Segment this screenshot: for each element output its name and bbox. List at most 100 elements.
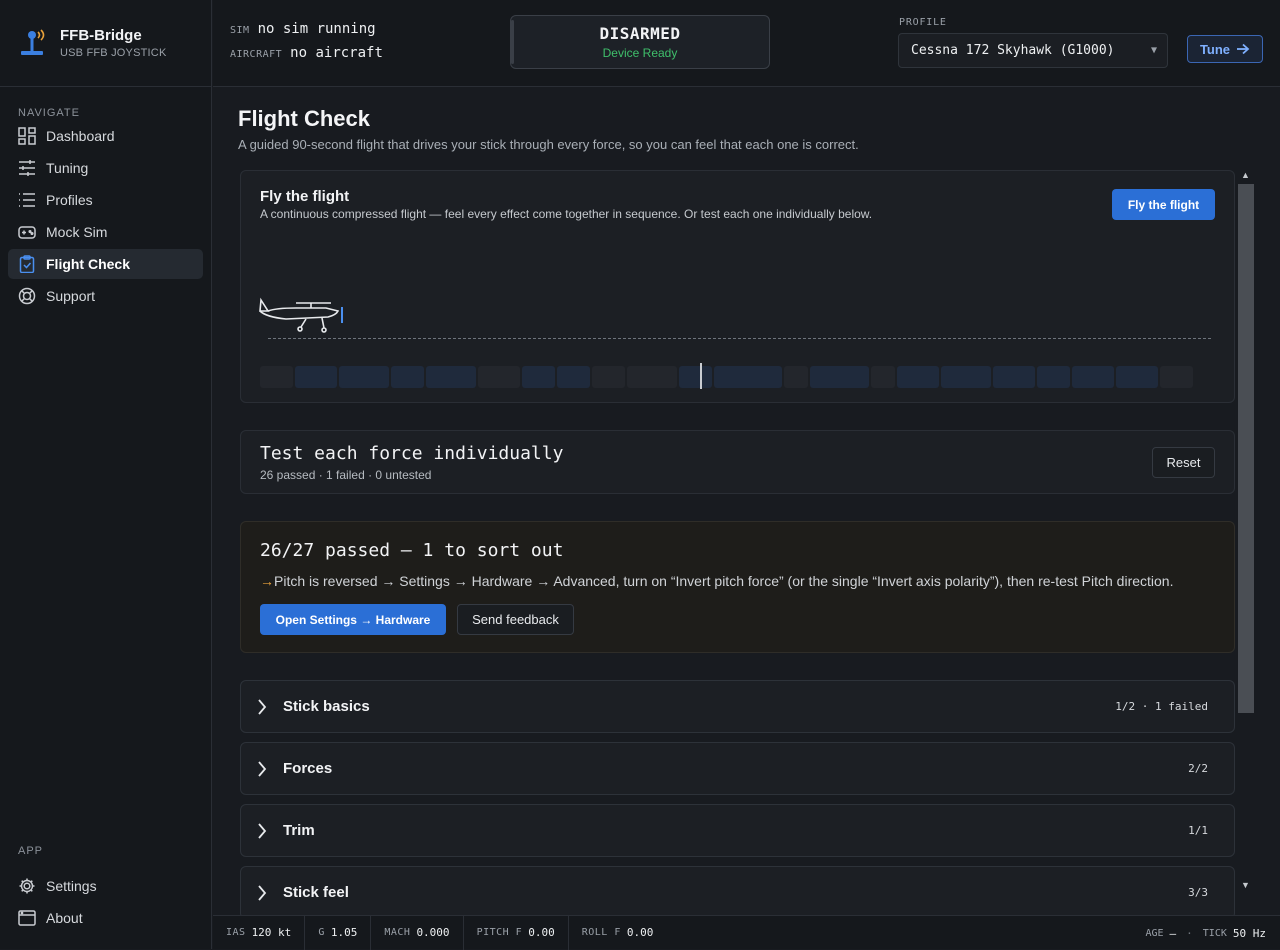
chevron-right-icon [258,699,267,715]
aircraft-key: AIRCRAFT [230,49,283,60]
scroll-down-icon[interactable]: ▼ [1241,880,1250,890]
timeline-segment[interactable] [784,366,808,388]
fly-title: Fly the flight [260,188,350,205]
timeline-segment[interactable] [679,366,712,388]
timeline-segment[interactable] [897,366,939,388]
scrollbar[interactable]: ▲ ▼ [1238,170,1254,890]
sidebar-item-tuning[interactable]: Tuning [8,153,203,183]
sidebar-item-dashboard[interactable]: Dashboard [8,121,203,151]
sidebar-item-flight-check[interactable]: Flight Check [8,249,203,279]
timeline-playhead[interactable] [700,363,702,389]
lifebuoy-icon [18,287,36,305]
sidebar-item-mock-sim[interactable]: Mock Sim [8,217,203,247]
sidebar-item-profiles[interactable]: Profiles [8,185,203,215]
dashboard-icon [18,127,36,145]
chevron-down-icon: ▼ [1150,45,1157,56]
gear-icon [18,877,36,895]
stat-value: 50 Hz [1232,926,1266,940]
fly-description: A continuous compressed flight — feel ev… [260,207,873,221]
stat-mach: MACH 0.000 [371,915,464,950]
page-title: Flight Check [238,106,371,131]
timeline-segment[interactable] [1072,366,1114,388]
test-summary: 26 passed · 1 failed · 0 untested [260,468,432,482]
stat-roll-force: ROLL F 0.00 [569,916,667,950]
stat-key: G [318,927,325,938]
stat-key: MACH [384,927,411,938]
sidebar-item-support[interactable]: Support [8,281,203,311]
sidebar-item-settings[interactable]: Settings [8,871,204,901]
sidebar-item-about[interactable]: About [8,903,204,933]
stat-pitch-force: PITCH F 0.00 [464,915,569,950]
stat-key: ROLL F [581,927,621,938]
group-count: 1/1 [1188,824,1208,837]
sidebar: FFB-Bridge USB FFB JOYSTICK NAVIGATE Das… [0,0,212,949]
status-bar: IAS 120 kt G 1.05 MACH 0.000 PITCH F 0.00 RO… [213,915,1280,950]
group-name: Stick basics [283,698,370,715]
sidebar-item-label: Mock Sim [46,224,108,240]
app-name: FFB-Bridge [60,27,142,44]
timeline-segment[interactable] [1037,366,1070,388]
nav-heading: NAVIGATE [18,107,80,119]
top-bar: SIM no sim running AIRCRAFT no aircraft … [213,0,1280,87]
tune-button[interactable]: Tune [1187,35,1263,63]
app-subtitle: USB FFB JOYSTICK [60,47,167,59]
group-name: Trim [283,822,315,839]
timeline-segment[interactable] [339,366,389,388]
timeline-segment[interactable] [810,366,869,388]
sidebar-item-label: About [46,910,83,926]
stat-g: G 1.05 [305,915,372,950]
airplane-icon [259,297,343,333]
timeline-segment[interactable] [522,366,555,388]
scroll-thumb[interactable] [1238,184,1254,713]
group-count: 3/3 [1188,886,1208,899]
reset-button[interactable]: Reset [1152,447,1215,478]
flight-timeline[interactable] [260,366,1216,388]
timeline-segment[interactable] [260,366,293,388]
fly-the-flight-button[interactable]: Fly the flight [1112,189,1215,220]
page-subtitle: A guided 90-second flight that drives yo… [238,137,859,152]
timeline-segment[interactable] [592,366,625,388]
sim-status: SIM no sim running [230,21,376,37]
timeline-segment[interactable] [391,366,424,388]
timeline-segment[interactable] [557,366,590,388]
timeline-segment[interactable] [1160,366,1193,388]
timeline-segment[interactable] [426,366,476,388]
arrow-right-icon [1237,43,1250,55]
timeline-segment[interactable] [295,366,337,388]
arm-status-box: DISARMED Device Ready [510,15,770,69]
arm-status: DISARMED [599,24,681,43]
scroll-up-icon[interactable]: ▲ [1241,170,1250,180]
result-message: →Pitch is reversed → Settings → Hardware… [260,573,1173,589]
warning-arrow-icon: → [260,573,274,589]
profile-select[interactable]: Cessna 172 Skyhawk (G1000) ▼ [898,33,1168,68]
timeline-segment[interactable] [627,366,677,388]
stat-value: 120 kt [251,926,292,939]
timeline-segment[interactable] [871,366,895,388]
timeline-segment[interactable] [941,366,991,388]
brand: FFB-Bridge USB FFB JOYSTICK [0,0,211,87]
group-forces[interactable]: Forces 2/2 [240,742,1235,795]
stat-value: 0.00 [626,926,654,939]
stat-key: IAS [226,927,246,938]
timeline-segment[interactable] [478,366,520,388]
sidebar-item-label: Dashboard [46,128,115,144]
timeline-segment[interactable] [714,366,782,388]
sidebar-item-label: Flight Check [46,256,131,272]
group-stick-feel[interactable]: Stick feel 3/3 [240,866,1235,915]
chevron-right-icon [258,823,267,839]
group-name: Forces [283,760,333,777]
profile-label: PROFILE [899,17,947,28]
group-count: 1/2 · 1 failed [1115,700,1208,713]
timeline-segment[interactable] [993,366,1035,388]
send-feedback-button[interactable]: Send feedback [457,604,574,635]
group-stick-basics[interactable]: Stick basics 1/2 · 1 failed [240,680,1235,733]
stat-value: 1.05 [330,926,358,939]
chevron-right-icon [258,885,267,901]
gamepad-icon [18,223,36,241]
group-trim[interactable]: Trim 1/1 [240,804,1235,857]
device-status: Device Ready [602,46,678,60]
sidebar-app-section: APP Settings About [0,845,212,935]
result-message-text: Pitch is reversed → Settings → Hardware … [274,573,1174,589]
timeline-segment[interactable] [1116,366,1158,388]
open-settings-hardware-button[interactable]: Open Settings → Hardware [260,604,446,635]
